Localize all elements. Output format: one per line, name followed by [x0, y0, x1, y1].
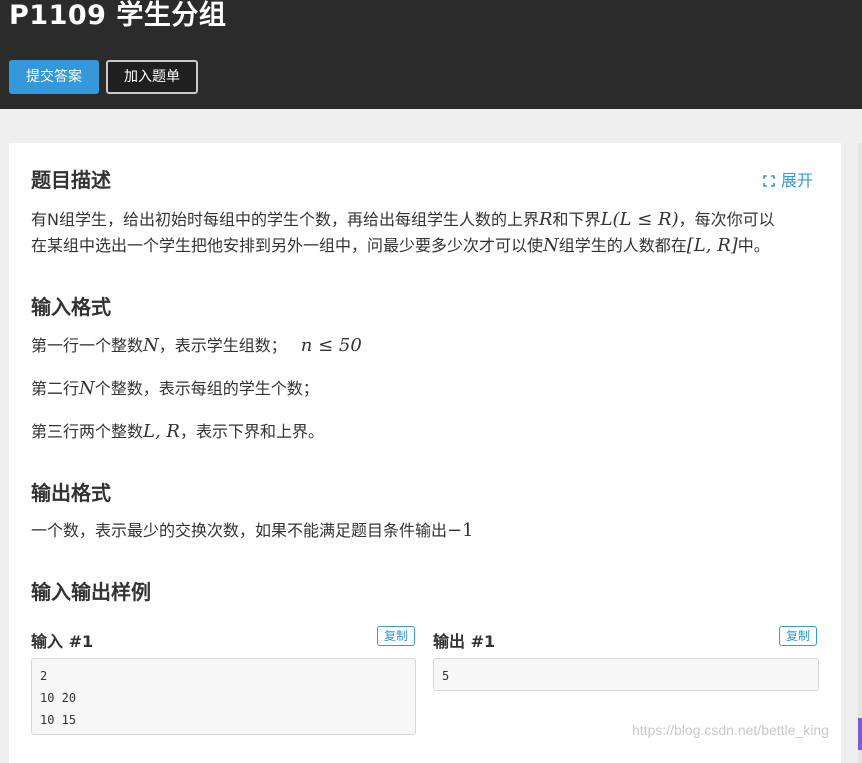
output-format-line: 一个数，表示最少的交换次数，如果不能满足题目条件输出−1	[31, 519, 474, 543]
input-text: 个整数，表示每组的学生个数；	[94, 379, 319, 398]
code-line: 2	[40, 669, 48, 683]
math-l-r: L, R	[143, 421, 180, 442]
problem-title: P1109 学生分组	[9, 0, 227, 31]
expand-icon	[763, 172, 775, 187]
description-line-1: 有N组学生，给出初始时每组中的学生个数，再给出每组学生人数的上界R和下界L(L …	[31, 208, 775, 232]
top-header: P1109 学生分组 提交答案 加入题单	[0, 0, 862, 109]
description-line-2: 在某组中选出一个学生把他安排到另外一组中，问最少要多少次才可以使N组学生的人数都…	[31, 234, 770, 258]
input-format-line-3: 第三行两个整数L, R，表示下界和上界。	[31, 420, 324, 444]
math-minus-one: −1	[447, 520, 474, 541]
math-n-le-50: n ≤ 50	[300, 335, 362, 356]
description-text: 在某组中选出一个学生把他安排到另外一组中，问最少要多少次才可以使	[31, 236, 544, 255]
sample-input-label: 输入 #1	[31, 632, 94, 651]
description-text: 中。	[737, 236, 770, 255]
math-r: R	[538, 209, 553, 230]
add-to-list-button[interactable]: 加入题单	[106, 60, 198, 94]
description-text: 和下界	[552, 210, 601, 229]
sample-output-box[interactable]: 5	[433, 658, 819, 691]
watermark: https://blog.csdn.net/bettle_king	[632, 722, 829, 738]
input-text: ，表示学生组数；	[158, 336, 287, 355]
description-text: ，每次你可以	[678, 210, 775, 229]
output-text: 一个数，表示最少的交换次数，如果不能满足题目条件输出	[31, 521, 448, 540]
input-text: 第三行两个整数	[31, 422, 144, 441]
description-text: 有N组学生，给出初始时每组中的学生个数，再给出每组学生人数的上界	[31, 210, 539, 229]
expand-button[interactable]: 展开	[763, 167, 813, 191]
input-format-line-2: 第二行N个整数，表示每组的学生个数；	[31, 377, 319, 401]
input-format-line-1: 第一行一个整数N，表示学生组数； n ≤ 50	[31, 334, 362, 358]
description-text: 组学生的人数都在	[558, 236, 687, 255]
math-n: N	[543, 235, 559, 256]
code-line: 10 15	[40, 713, 77, 727]
code-line: 10 20	[40, 691, 77, 705]
math-n: N	[79, 378, 95, 399]
description-heading: 题目描述	[31, 168, 111, 192]
submit-answer-button[interactable]: 提交答案	[9, 60, 99, 94]
samples-heading: 输入输出样例	[31, 580, 151, 604]
code-line: 5	[442, 669, 450, 683]
math-interval: [L, R]	[686, 235, 738, 256]
right-panel-accent	[858, 718, 862, 750]
input-text: 第一行一个整数	[31, 336, 144, 355]
input-text: 第二行	[31, 379, 80, 398]
input-format-heading: 输入格式	[31, 295, 111, 319]
sample-output-label: 输出 #1	[433, 632, 496, 651]
input-text: ，表示下界和上界。	[179, 422, 324, 441]
expand-label: 展开	[781, 171, 814, 190]
math-n: N	[143, 335, 159, 356]
copy-input-button[interactable]: 复制	[377, 626, 416, 646]
math-l-le-r: L(L ≤ R)	[600, 209, 679, 230]
copy-output-button[interactable]: 复制	[779, 626, 818, 646]
right-panel-edge	[858, 143, 862, 763]
output-format-heading: 输出格式	[31, 481, 111, 505]
sample-input-box[interactable]: 2 10 20 10 15	[31, 658, 416, 735]
